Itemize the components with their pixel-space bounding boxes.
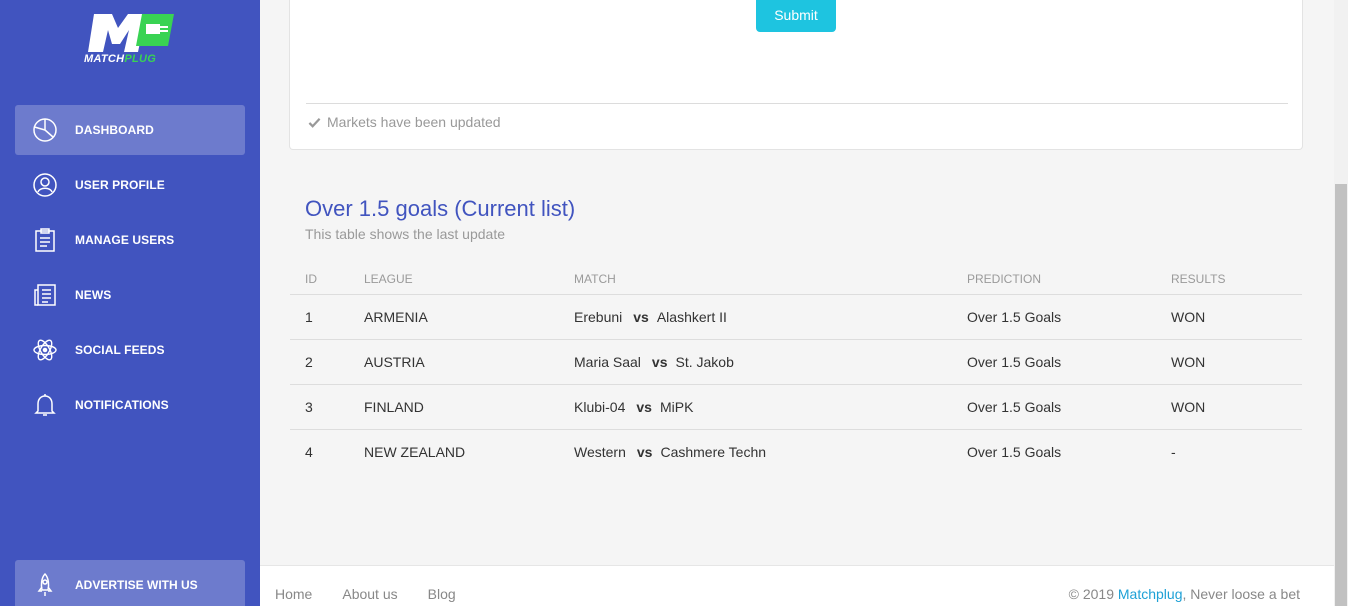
table-row: 4 NEW ZEALAND Western vs Cashmere Techn Ov… bbox=[290, 429, 1302, 474]
cell-match: Klubi-04 vs MiPK bbox=[559, 384, 952, 430]
sidebar-item-social-feeds[interactable]: SOCIAL FEEDS bbox=[15, 325, 245, 375]
cell-prediction: Over 1.5 Goals bbox=[952, 294, 1156, 340]
sidebar-item-label: MANAGE USERS bbox=[75, 233, 175, 247]
cell-id: 4 bbox=[305, 443, 313, 460]
column-header-results: RESULTS bbox=[1156, 264, 1302, 295]
vs-label: vs bbox=[636, 398, 652, 415]
away-team: Cashmere Techn bbox=[660, 443, 767, 460]
cell-league: FINLAND bbox=[349, 384, 559, 430]
table-header-row: ID LEAGUE MATCH PREDICTION RESULTS bbox=[290, 264, 1302, 295]
cell-result: WON bbox=[1156, 384, 1302, 430]
sidebar-item-user-profile[interactable]: USER PROFILE bbox=[15, 160, 245, 210]
cell-result: WON bbox=[1156, 294, 1302, 340]
cell-prediction: Over 1.5 Goals bbox=[952, 339, 1156, 385]
status-text: Markets have been updated bbox=[327, 114, 501, 130]
sidebar-item-label: ADVERTISE WITH US bbox=[75, 578, 198, 592]
sidebar-item-label: DASHBOARD bbox=[75, 123, 154, 137]
sidebar-item-dashboard[interactable]: DASHBOARD bbox=[15, 105, 245, 155]
check-icon bbox=[308, 117, 321, 128]
column-header-id: ID bbox=[290, 264, 349, 295]
home-team: Western bbox=[574, 443, 626, 460]
cell-league: AUSTRIA bbox=[349, 339, 559, 385]
table-row: 1 ARMENIA Erebuni vs Alashkert II Over 1.5… bbox=[290, 294, 1302, 340]
predictions-table: ID LEAGUE MATCH PREDICTION RESULTS 1 ARM… bbox=[290, 264, 1302, 474]
copyright: © 2019 Matchplug, Never loose a bet bbox=[1069, 586, 1300, 602]
cell-prediction: Over 1.5 Goals bbox=[967, 443, 1062, 460]
update-markets-card: Submit Markets have been updated bbox=[289, 0, 1303, 150]
column-header-league: LEAGUE bbox=[349, 264, 559, 295]
sidebar-item-notifications[interactable]: NOTIFICATIONS bbox=[15, 380, 245, 430]
column-header-prediction: PREDICTION bbox=[952, 264, 1156, 295]
away-team: MiPK bbox=[659, 398, 694, 415]
vs-label: vs bbox=[651, 353, 668, 370]
sidebar-item-manage-users[interactable]: MANAGE USERS bbox=[15, 215, 245, 265]
page-scrollbar[interactable] bbox=[1334, 0, 1348, 606]
submit-button[interactable]: Submit bbox=[756, 0, 836, 32]
copyright-prefix: © 2019 bbox=[1068, 586, 1118, 602]
section-subtitle: This table shows the last update bbox=[305, 226, 506, 242]
footer-link-blog[interactable]: Blog bbox=[428, 586, 456, 602]
sidebar-item-advertise[interactable]: ADVERTISE WITH US bbox=[15, 560, 245, 606]
pie-chart-icon bbox=[32, 117, 58, 143]
column-header-match: MATCH bbox=[559, 264, 952, 295]
cell-id: 1 bbox=[290, 294, 349, 340]
cell-match: Erebuni vs Alashkert II bbox=[559, 294, 952, 340]
clipboard-icon bbox=[32, 227, 58, 253]
main-content: Submit Markets have been updated Over 1.… bbox=[260, 0, 1334, 606]
cell-prediction: Over 1.5 Goals bbox=[952, 384, 1156, 430]
away-team: Alashkert II bbox=[656, 308, 727, 325]
table-row: 3 FINLAND Klubi-04 vs MiPK Over 1.5 Goals … bbox=[290, 384, 1302, 430]
divider bbox=[306, 103, 1288, 104]
footer-link-home[interactable]: Home bbox=[275, 586, 312, 602]
newspaper-icon bbox=[32, 282, 58, 308]
cell-match: Western vs Cashmere Techn bbox=[559, 429, 952, 474]
away-team: St. Jakob bbox=[675, 353, 734, 370]
footer: Home About us Blog © 2019 Matchplug, Nev… bbox=[260, 565, 1334, 606]
cell-league: NEW ZEALAND bbox=[364, 443, 466, 460]
logo-mark-icon bbox=[88, 14, 174, 52]
cell-match: Maria Saal vs St. Jakob bbox=[559, 339, 952, 385]
sidebar-item-label: NOTIFICATIONS bbox=[75, 398, 169, 412]
footer-link-about[interactable]: About us bbox=[342, 586, 397, 602]
cell-result: - bbox=[1171, 443, 1176, 460]
user-icon bbox=[32, 172, 58, 198]
vs-label: vs bbox=[636, 443, 653, 460]
home-team: Erebuni bbox=[574, 308, 623, 325]
atom-icon bbox=[32, 337, 58, 363]
bell-icon bbox=[32, 392, 58, 418]
sidebar-item-label: NEWS bbox=[75, 288, 112, 302]
rocket-icon bbox=[32, 572, 58, 598]
home-team: Maria Saal bbox=[574, 353, 641, 370]
table-row: 2 AUSTRIA Maria Saal vs St. Jakob Over 1.5… bbox=[290, 339, 1302, 385]
sidebar-item-label: USER PROFILE bbox=[75, 178, 165, 192]
logo-wordmark: MATCHPLUG bbox=[84, 53, 157, 65]
cell-result: WON bbox=[1156, 339, 1302, 385]
section-title: Over 1.5 goals (Current list) bbox=[305, 196, 576, 221]
footer-nav: Home About us Blog bbox=[275, 586, 486, 602]
sidebar-item-news[interactable]: NEWS bbox=[15, 270, 245, 320]
copyright-brand-link[interactable]: Matchplug bbox=[1118, 586, 1183, 602]
vs-label: vs bbox=[633, 308, 649, 325]
copyright-suffix: , Never loose a bet bbox=[1182, 586, 1300, 602]
sidebar-nav: DASHBOARD USER PROFILE MANAGE USERS NEWS… bbox=[15, 105, 245, 435]
sidebar: MATCHPLUG DASHBOARD USER PROFILE MANAGE … bbox=[0, 0, 260, 606]
scrollbar-thumb[interactable] bbox=[1335, 184, 1347, 606]
status-message: Markets have been updated bbox=[308, 114, 501, 130]
cell-id: 2 bbox=[290, 339, 349, 385]
sidebar-item-label: SOCIAL FEEDS bbox=[75, 343, 165, 357]
cell-id: 3 bbox=[290, 384, 349, 430]
home-team: Klubi-04 bbox=[574, 398, 626, 415]
cell-league: ARMENIA bbox=[349, 294, 559, 340]
